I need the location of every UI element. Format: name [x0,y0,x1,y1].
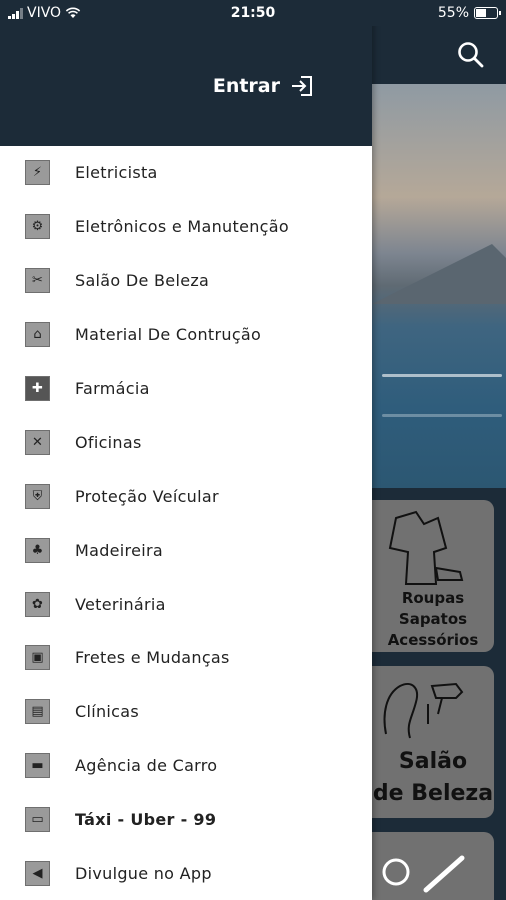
menu-item-label: Clínicas [75,702,139,722]
category-menu: ⚡ Eletricista ⚙ Eletrônicos e Manutenção ✂ Sa… [0,146,372,900]
moving-truck-icon: ▣ [25,645,50,671]
menu-item-label: Agência de Carro [75,756,218,776]
category-card-workshop[interactable] [352,832,494,900]
taxi-icon: ▭ [25,807,50,833]
card-line: Salão [398,749,468,774]
menu-item-label: Material De Contrução [75,325,262,345]
workshop-icon: ✕ [25,429,50,455]
menu-item[interactable]: ▬ Agência de Carro [0,739,372,793]
megaphone-icon: ◀ [25,861,50,887]
search-button[interactable] [456,40,486,70]
menu-item[interactable]: ▤ Clínicas [0,685,372,739]
menu-item-label: Divulgue no App [75,864,212,884]
electronics-icon: ⚙ [25,214,50,240]
card-line: Sapatos [398,610,468,628]
menu-item-label: Salão De Beleza [75,271,210,291]
menu-item[interactable]: ⛨ Proteção Veícular [0,469,372,523]
category-card-clothing[interactable]: Roupas Sapatos Acessórios [352,500,494,652]
login-label: Entrar [212,75,280,97]
menu-item[interactable]: ✂ Salão De Beleza [0,254,372,308]
menu-item-label: Táxi - Uber - 99 [75,810,217,830]
card-line: Acessórios [387,631,479,649]
menu-item[interactable]: ⌂ Material De Contrução [0,308,372,362]
menu-item[interactable]: ⚡ Eletricista [0,146,372,200]
beauty-salon-icon: ✂ [25,268,50,294]
menu-item[interactable]: ✚ Farmácia [0,362,372,416]
menu-item[interactable]: ⚙ Eletrônicos e Manutenção [0,200,372,254]
car-agency-icon: ▬ [25,753,50,779]
menu-item[interactable]: ✕ Oficinas [0,415,372,469]
pharmacy-icon: ✚ [25,376,50,401]
login-button[interactable]: Entrar [213,74,316,98]
menu-item[interactable]: ◀ Divulgue no App [0,847,372,900]
category-card-salon[interactable]: Salão de Beleza [352,666,494,818]
menu-item[interactable]: ▣ Fretes e Mudanças [0,631,372,685]
menu-item-label: Madeireira [75,540,163,560]
battery-percent: 55% [437,5,469,21]
electrician-icon: ⚡ [25,160,50,186]
card-line: Roupas [401,589,465,607]
menu-item-label: Oficinas [75,432,142,452]
menu-item-label: Farmácia [75,379,150,398]
menu-item[interactable]: ♣ Madeireira [0,523,372,577]
menu-item-label: Fretes e Mudanças [75,648,230,668]
menu-item-label: Proteção Veícular [75,486,219,506]
clock: 21:50 [230,5,276,21]
sign-in-icon [292,76,312,96]
card-line: de Beleza [372,781,494,806]
menu-item-label: Veterinária [75,594,166,614]
hero-image [372,84,506,488]
navigation-drawer: Entrar ⚡ Eletricista ⚙ Eletrônicos e Manute… [0,0,372,900]
search-icon [458,42,484,68]
menu-item[interactable]: ✿ Veterinária [0,577,372,631]
clinic-icon: ▤ [25,699,50,725]
vehicle-protection-icon: ⛨ [25,483,50,509]
menu-item-label: Eletricista [75,163,158,183]
veterinary-icon: ✿ [25,591,50,617]
wrench-icon [382,855,465,893]
menu-item[interactable]: ▭ Táxi - Uber - 99 [0,793,372,847]
battery-icon [474,7,501,19]
status-bar: VIVO 21:50 55% [0,0,506,26]
hairdryer-icon [383,682,464,739]
clothing-icon [388,510,464,585]
menu-item-label: Eletrônicos e Manutenção [75,217,289,237]
lumber-icon: ♣ [25,537,50,563]
construction-material-icon: ⌂ [25,322,50,348]
